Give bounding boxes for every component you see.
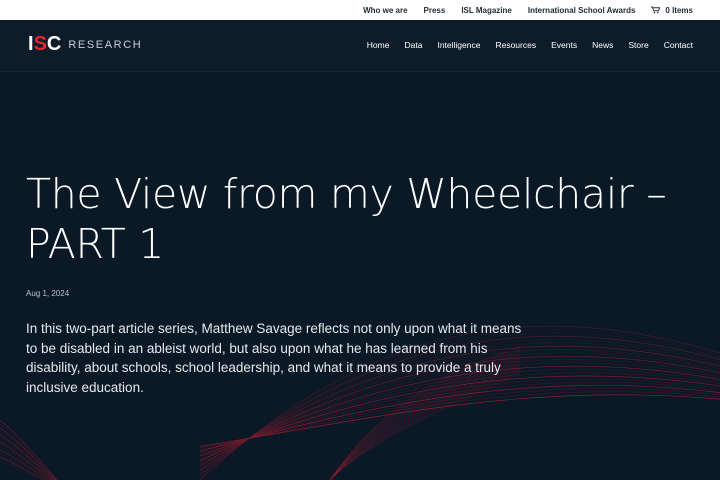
article-title: The View from my Wheelchair – PART 1 — [26, 170, 667, 268]
topbar-link-international-school-awards[interactable]: International School Awards — [528, 6, 636, 15]
wave-line — [0, 427, 57, 480]
article-date: Aug 1, 2024 — [26, 289, 70, 298]
logo-mark: ISC — [28, 33, 62, 55]
cart-count: 0 Items — [665, 5, 693, 15]
nav-item-events[interactable]: Events — [551, 40, 577, 50]
topbar-link-isl-magazine[interactable]: ISL Magazine — [461, 6, 512, 15]
isc-research-logo[interactable]: ISC RESEARCH — [28, 34, 142, 54]
nav-item-contact[interactable]: Contact — [664, 40, 693, 50]
topbar-link-press[interactable]: Press — [424, 6, 446, 15]
wave-line — [199, 394, 720, 447]
utility-bar: Who we are Press ISL Magazine Internatio… — [0, 0, 720, 20]
main-nav: Home Data Intelligence Resources Events … — [367, 40, 693, 50]
nav-item-intelligence[interactable]: Intelligence — [437, 40, 480, 50]
wave-line — [0, 423, 58, 480]
article-hero: The View from my Wheelchair – PART 1 Aug… — [0, 73, 720, 480]
nav-item-store[interactable]: Store — [628, 40, 648, 50]
nav-item-news[interactable]: News — [592, 40, 613, 50]
wave-line — [0, 430, 57, 480]
article-lead: In this two-part article series, Matthew… — [26, 321, 522, 395]
cart-icon — [651, 6, 661, 14]
logo-text: RESEARCH — [68, 39, 143, 51]
main-header: ISC RESEARCH Home Data Intelligence Reso… — [0, 20, 720, 72]
decorative-wave-lines — [0, 325, 720, 480]
nav-item-data[interactable]: Data — [404, 40, 422, 50]
nav-item-home[interactable]: Home — [367, 40, 390, 50]
nav-item-resources[interactable]: Resources — [495, 40, 536, 50]
cart-link[interactable]: 0 Items — [651, 6, 693, 15]
topbar-link-who-we-are[interactable]: Who we are — [363, 6, 407, 15]
